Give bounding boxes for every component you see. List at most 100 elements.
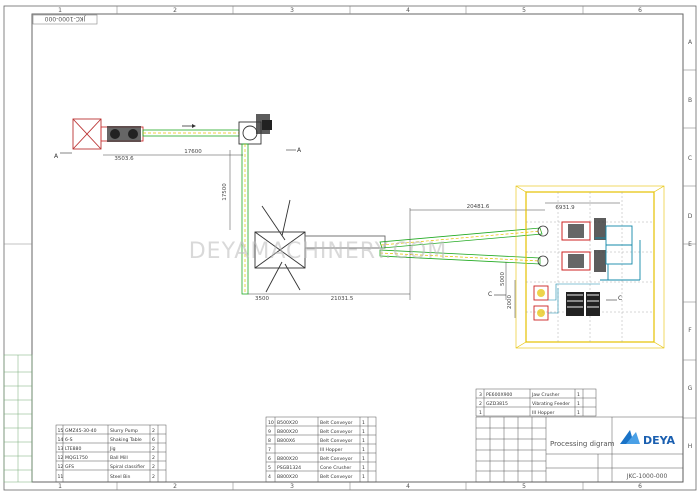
- bom-right-rows: 3 PE600X900 Jaw Crusher 1 2 GZD3815 Vibrating…: [479, 392, 580, 416]
- svg-text:Spiral classifier: Spiral classifier: [110, 464, 145, 470]
- svg-text:13: 13: [58, 446, 64, 452]
- svg-text:Shaking Table: Shaking Table: [110, 437, 142, 443]
- shaking-tables: [566, 292, 600, 316]
- svg-text:1: 1: [362, 429, 365, 435]
- svg-text:9: 9: [268, 429, 271, 435]
- left-revision-strip: [3, 354, 33, 483]
- svg-text:2: 2: [152, 446, 155, 452]
- bom-row: 2 GZD3815 Vibrating Feeder 1: [479, 401, 580, 407]
- svg-text:III Hopper: III Hopper: [532, 410, 554, 416]
- svg-text:4: 4: [268, 474, 271, 480]
- svg-text:12: 12: [58, 464, 64, 470]
- svg-text:Belt Conveyor: Belt Conveyor: [320, 438, 353, 444]
- svg-text:1: 1: [362, 456, 365, 462]
- jig-units: [533, 285, 549, 321]
- diagram-title: Processing digram: [550, 440, 615, 448]
- svg-text:2: 2: [152, 464, 155, 470]
- bom-row: 15 GMZ45-30-40 Slurry Pump 2: [58, 428, 156, 434]
- svg-text:LTE880: LTE880: [65, 446, 81, 452]
- col-label-2: 2: [173, 483, 177, 490]
- bom-row: 11 Steel Bin 2: [58, 474, 156, 480]
- row-label-b: B: [688, 97, 692, 104]
- svg-text:Belt Conveyor: Belt Conveyor: [320, 456, 353, 462]
- bom-row: 12 GFS Spiral classifier 2: [58, 464, 156, 470]
- svg-text:PSGB1324: PSGB1324: [277, 465, 301, 471]
- svg-text:14: 14: [58, 437, 64, 443]
- belt-conveyor-4: [142, 129, 240, 137]
- row-label-a: A: [688, 39, 693, 46]
- bom-row: 8 B800X6 Belt Conveyor 1: [268, 438, 365, 444]
- section-ticks: [60, 149, 617, 301]
- row-label-c: C: [688, 155, 692, 162]
- drawing-ref-box: JKC-1000-000: [32, 14, 98, 25]
- bom-row: 4 B800X20 Belt Conveyor 1: [268, 474, 365, 480]
- bom-row: 14 6-S Shaking Table 6: [58, 437, 156, 443]
- section-c-left: C: [488, 291, 492, 298]
- ball-mill-2: [537, 250, 606, 272]
- deya-logo: DEYA: [620, 430, 676, 447]
- svg-text:Belt Conveyor: Belt Conveyor: [320, 429, 353, 435]
- col-label-5: 5: [522, 483, 526, 490]
- svg-text:GMZ45-30-40: GMZ45-30-40: [65, 428, 97, 434]
- col-label-6: 6: [638, 7, 642, 14]
- svg-text:Steel Bin: Steel Bin: [110, 474, 131, 480]
- hopper-1: [72, 118, 102, 150]
- drawing-ref-text: JKC-1000-000: [45, 15, 87, 22]
- bom-left-rows: 15 GMZ45-30-40 Slurry Pump 2 14 6-S Shaking T…: [58, 428, 156, 480]
- svg-text:12: 12: [58, 455, 64, 461]
- svg-text:6: 6: [268, 456, 271, 462]
- row-label-f: F: [688, 327, 692, 334]
- svg-text:Slurry Pump: Slurry Pump: [110, 428, 138, 434]
- section-marks: A A C C: [54, 147, 622, 302]
- svg-text:11: 11: [58, 474, 64, 480]
- bom-row: 13 LTE880 Jig 2: [58, 446, 156, 452]
- svg-text:B800X20: B800X20: [277, 429, 298, 435]
- bom-row: 7 III Hopper 1: [268, 447, 365, 453]
- svg-text:Jaw Crusher: Jaw Crusher: [531, 392, 560, 398]
- section-c-right: C: [618, 295, 622, 302]
- row-label-h: H: [688, 443, 693, 450]
- dim-17500: 17500: [222, 183, 228, 201]
- jaw-crusher-unit: [100, 126, 144, 142]
- bom-row: 9 B800X20 Belt Conveyor 1: [268, 429, 365, 435]
- belt-conveyor-6: [241, 143, 249, 295]
- bom-row: 5 PSGB1324 Cone Crusher 1: [268, 465, 365, 471]
- cone-crusher-unit: [238, 114, 272, 145]
- svg-text:3: 3: [479, 392, 482, 398]
- svg-text:1: 1: [362, 474, 365, 480]
- dim-21031-5: 21031.5: [331, 296, 354, 302]
- col-label-2: 2: [173, 7, 177, 14]
- company-name: DEYA: [643, 434, 676, 447]
- col-label-6: 6: [638, 483, 642, 490]
- dim-17600: 17600: [184, 149, 202, 155]
- flow-arrowhead: [192, 124, 196, 128]
- svg-text:Ball Mill: Ball Mill: [110, 455, 128, 461]
- col-label-5: 5: [522, 7, 526, 14]
- svg-text:1: 1: [362, 420, 365, 426]
- bom-row: 3 PE600X900 Jaw Crusher 1: [479, 392, 580, 398]
- svg-text:1: 1: [479, 410, 482, 416]
- svg-text:2: 2: [152, 428, 155, 434]
- svg-text:6: 6: [152, 437, 155, 443]
- dim-5000: 5000: [500, 272, 506, 286]
- svg-text:7: 7: [268, 447, 271, 453]
- svg-text:III Hopper: III Hopper: [320, 447, 342, 453]
- col-label-3: 3: [290, 7, 294, 14]
- svg-text:Belt Conveyor: Belt Conveyor: [320, 474, 353, 480]
- svg-text:6-S: 6-S: [65, 437, 73, 443]
- svg-text:1: 1: [362, 465, 365, 471]
- svg-text:B500X20: B500X20: [277, 420, 298, 426]
- bom-row: 12 MQG1750 Ball Mill 2: [58, 455, 156, 461]
- watermark-text: DEYAMACHINERY.COM: [189, 239, 448, 264]
- svg-text:10: 10: [268, 420, 274, 426]
- bom-row: 10 B500X20 Belt Conveyor 1: [268, 420, 365, 426]
- dim-3503-6: 3503.6: [114, 156, 134, 162]
- col-label-4: 4: [406, 483, 410, 490]
- svg-text:Cone Crusher: Cone Crusher: [320, 465, 351, 471]
- svg-text:B800X20: B800X20: [277, 456, 298, 462]
- svg-text:Vibrating Feeder: Vibrating Feeder: [532, 401, 570, 407]
- section-a-right: A: [297, 147, 302, 154]
- row-labels-right: A B C D E F G H: [688, 39, 693, 450]
- ball-mill-1: [537, 218, 606, 241]
- svg-text:B800X6: B800X6: [277, 438, 295, 444]
